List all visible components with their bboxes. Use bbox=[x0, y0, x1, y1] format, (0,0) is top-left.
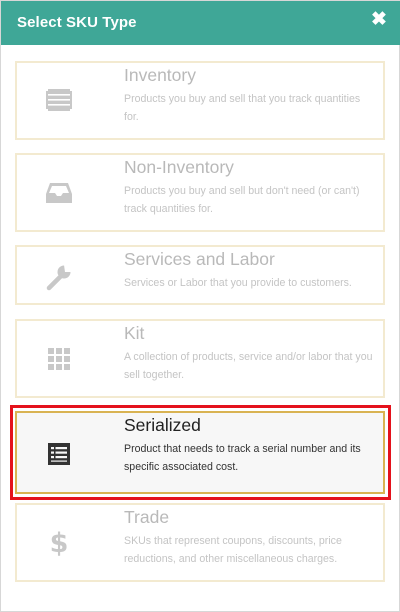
option-kit[interactable]: Kit A collection of products, service an… bbox=[15, 319, 385, 398]
option-description: Products you buy and sell but don't need… bbox=[124, 185, 360, 215]
option-title: Kit bbox=[124, 323, 145, 343]
select-sku-type-dialog: Select SKU Type ✖ Inventory Products you… bbox=[0, 0, 400, 612]
grid-icon bbox=[41, 341, 77, 377]
dialog-header: Select SKU Type ✖ bbox=[1, 1, 400, 45]
option-description: Products you buy and sell that you track… bbox=[124, 93, 361, 123]
option-description: Services or Labor that you provide to cu… bbox=[124, 277, 352, 289]
option-title: Services and Labor bbox=[124, 249, 275, 269]
list-document-icon bbox=[41, 436, 77, 472]
option-title: Non-Inventory bbox=[124, 157, 234, 177]
option-description: A collection of products, service and/or… bbox=[124, 351, 373, 381]
inbox-tray-icon bbox=[41, 175, 77, 211]
option-title: Trade bbox=[124, 507, 170, 527]
barcode-icon bbox=[41, 82, 77, 118]
option-services-and-labor[interactable]: Services and Labor Services or Labor tha… bbox=[15, 245, 385, 305]
close-icon[interactable]: ✖ bbox=[369, 9, 389, 31]
option-non-inventory[interactable]: Non-Inventory Products you buy and sell … bbox=[15, 153, 385, 232]
option-serialized[interactable]: Serialized Product that needs to track a… bbox=[15, 411, 385, 494]
option-title: Inventory bbox=[124, 65, 196, 85]
option-title: Serialized bbox=[124, 415, 201, 435]
option-description: SKUs that represent coupons, discounts, … bbox=[124, 535, 342, 565]
option-inventory[interactable]: Inventory Products you buy and sell that… bbox=[15, 61, 385, 140]
option-description: Product that needs to track a serial num… bbox=[124, 443, 361, 473]
dialog-title: Select SKU Type bbox=[17, 14, 137, 31]
option-trade[interactable]: $ Trade SKUs that represent coupons, dis… bbox=[15, 503, 385, 582]
wrench-icon bbox=[41, 259, 77, 295]
dollar-icon: $ bbox=[49, 527, 69, 559]
